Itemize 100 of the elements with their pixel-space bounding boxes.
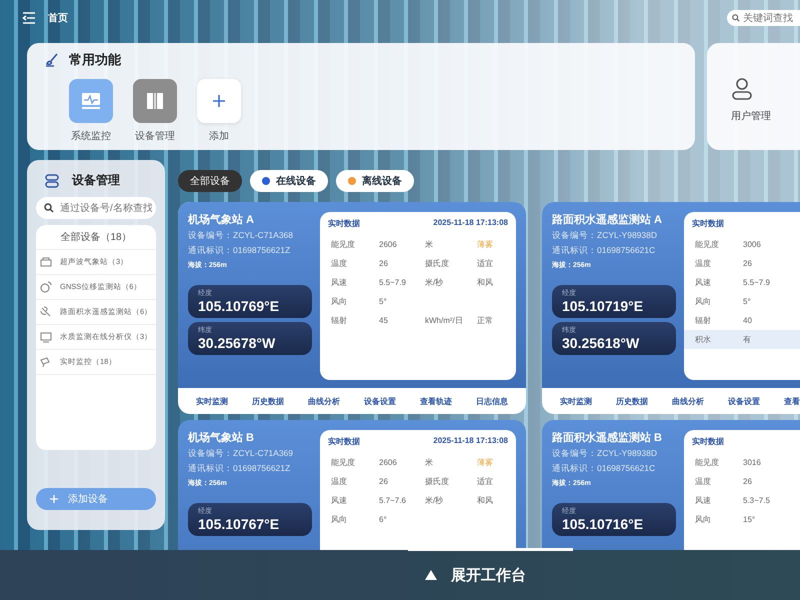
row-label: 能见度 <box>331 239 356 250</box>
user-icon[interactable] <box>731 77 753 101</box>
expand-workbench-button[interactable]: 展开工作台 <box>425 566 526 584</box>
row-value: 5° <box>743 297 752 306</box>
card-action-link[interactable]: 历史数据 <box>616 396 648 406</box>
station-name: 机场气象站 A <box>188 212 255 227</box>
card-action-link[interactable]: 实时监测 <box>196 396 228 406</box>
row-unit: 摄氏度 <box>425 258 450 269</box>
row-value: 有 <box>743 334 752 345</box>
row-status: 和风 <box>477 277 493 288</box>
row-value: 5.7~7.6 <box>379 496 407 505</box>
row-value: 3016 <box>743 458 762 467</box>
row-value: 26 <box>743 477 753 486</box>
device-group-icon <box>44 174 60 188</box>
row-unit: 米 <box>425 457 434 468</box>
comm-id: 通讯标识：01698756621Z <box>188 463 292 475</box>
data-title: 实时数据 <box>328 436 360 447</box>
row-value: 26 <box>379 477 389 486</box>
card-action-link[interactable]: 曲线分析 <box>672 396 704 406</box>
coordinate-value: 105.10719°E <box>562 298 644 314</box>
brush-icon <box>45 53 59 67</box>
row-unit: kWh/m²/日 <box>425 315 464 326</box>
shortcut-label[interactable]: 用户管理 <box>731 109 771 123</box>
comm-id: 通讯标识：01698756621Z <box>188 245 292 257</box>
station-icon <box>40 256 52 268</box>
row-label: 风向 <box>331 514 348 525</box>
card-action-link[interactable]: 设备设置 <box>728 396 760 406</box>
row-status: 适宜 <box>477 476 493 487</box>
row-status: 薄雾 <box>477 239 493 250</box>
data-title: 实时数据 <box>692 218 724 229</box>
search-icon <box>44 203 54 213</box>
filter-tab[interactable]: 在线设备 <box>250 170 328 192</box>
card-action-link[interactable]: 查看轨迹 <box>420 396 452 406</box>
station-name: 路面积水遥感监测站 A <box>552 212 663 227</box>
row-value: 5.5~7.9 <box>743 278 771 287</box>
row-value: 3006 <box>743 240 762 249</box>
plus-icon <box>50 495 58 503</box>
row-value: 26 <box>743 259 753 268</box>
cabinet-tile-icon[interactable] <box>133 79 177 123</box>
row-label: 辐射 <box>331 315 348 326</box>
row-label: 温度 <box>695 258 712 269</box>
row-label: 风向 <box>331 296 348 307</box>
row-status: 和风 <box>477 495 493 506</box>
filter-tab[interactable]: 离线设备 <box>336 170 414 192</box>
data-title: 实时数据 <box>328 218 360 229</box>
comm-id: 通讯标识：01698756621C <box>552 463 656 475</box>
station-name: 路面积水遥感监测站 B <box>552 430 663 445</box>
coordinate-value: 105.10769°E <box>198 298 280 314</box>
card-action-link[interactable]: 日志信息 <box>476 396 508 406</box>
coordinate-value: 30.25618°W <box>562 335 640 351</box>
row-label: 风速 <box>695 495 712 506</box>
function-label[interactable]: 添加 <box>209 129 229 143</box>
search-icon <box>732 14 740 22</box>
row-unit: 米/秒 <box>425 277 444 288</box>
panel-title: 设备管理 <box>72 172 120 189</box>
row-unit: 摄氏度 <box>425 476 450 487</box>
all-devices-item[interactable]: 全部设备（18） <box>36 225 156 250</box>
plus-tile-icon[interactable] <box>197 79 241 123</box>
row-label: 风速 <box>331 495 348 506</box>
row-unit: 米/秒 <box>425 495 444 506</box>
row-label: 能见度 <box>695 239 720 250</box>
row-label: 能见度 <box>331 457 356 468</box>
function-label[interactable]: 设备管理 <box>135 129 175 143</box>
card-action-link[interactable]: 实时监测 <box>560 396 592 406</box>
row-value: 15° <box>743 515 756 524</box>
coordinate-value: 30.25678°W <box>198 335 276 351</box>
panel-title: 常用功能 <box>69 51 121 69</box>
row-label: 风向 <box>695 296 712 307</box>
device-number: 设备编号：ZCYL-C71A369 <box>188 448 294 460</box>
page-title: 首页 <box>48 12 68 25</box>
comm-id: 通讯标识：01698756621C <box>552 245 656 257</box>
monitor-tile-icon[interactable] <box>69 79 113 123</box>
filter-tab[interactable]: 全部设备 <box>178 170 242 192</box>
device-number: 设备编号：ZCYL-Y98938D <box>552 230 658 242</box>
row-value: 45 <box>379 316 389 325</box>
card-action-link[interactable]: 查看 <box>784 396 800 406</box>
device-number: 设备编号：ZCYL-Y98938D <box>552 448 658 460</box>
row-label: 风向 <box>695 514 712 525</box>
row-label: 辐射 <box>695 315 712 326</box>
coordinate-value: 105.10767°E <box>198 516 280 532</box>
card-action-link[interactable]: 曲线分析 <box>308 396 340 406</box>
menu-icon[interactable] <box>22 12 36 24</box>
row-value: 5° <box>379 297 388 306</box>
row-value: 5.3~7.5 <box>743 496 771 505</box>
card-action-link[interactable]: 设备设置 <box>364 396 396 406</box>
row-label: 积水 <box>695 334 712 345</box>
row-label: 能见度 <box>695 457 720 468</box>
row-value: 40 <box>743 316 753 325</box>
function-label[interactable]: 系统监控 <box>71 129 111 143</box>
coordinate-value: 105.10716°E <box>562 516 644 532</box>
row-status: 适宜 <box>477 258 493 269</box>
row-value: 5.5~7.9 <box>379 278 407 287</box>
row-label: 风速 <box>331 277 348 288</box>
row-unit: 米 <box>425 239 434 250</box>
card-action-link[interactable]: 历史数据 <box>252 396 284 406</box>
monitor-icon <box>40 331 52 343</box>
row-value: 2606 <box>379 458 398 467</box>
row-label: 温度 <box>331 258 348 269</box>
station-name: 机场气象站 B <box>188 430 255 445</box>
timestamp: 2025-11-18 17:13:08 <box>433 218 508 229</box>
